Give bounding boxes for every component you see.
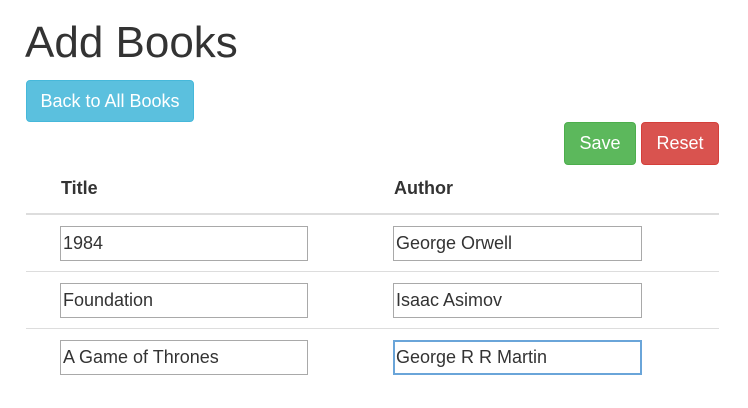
column-header-title: Title (61, 178, 98, 198)
book-author-input[interactable] (393, 226, 642, 261)
page-title: Add Books (25, 18, 238, 67)
back-to-all-books-button[interactable]: Back to All Books (26, 80, 194, 122)
reset-button[interactable]: Reset (641, 122, 719, 165)
book-title-input[interactable] (60, 226, 308, 261)
book-title-input[interactable] (60, 283, 308, 318)
add-books-page: Add Books Back to All Books Save Reset T… (0, 0, 748, 408)
save-button[interactable]: Save (564, 122, 636, 165)
book-title-input[interactable] (60, 340, 308, 375)
table-row (26, 329, 719, 385)
table-row (26, 215, 719, 272)
column-header-author: Author (394, 178, 453, 198)
table-row (26, 272, 719, 329)
book-author-input[interactable] (393, 340, 642, 375)
table-header-row: Title Author (26, 168, 719, 215)
book-author-input[interactable] (393, 283, 642, 318)
books-table: Title Author (26, 168, 719, 385)
